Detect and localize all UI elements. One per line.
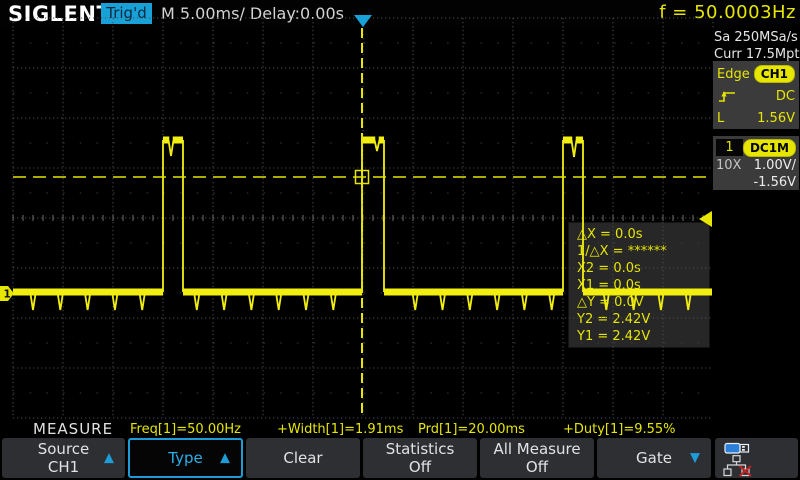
cursor-readout-line: X2 = 0.0s xyxy=(577,260,709,277)
down-arrow-icon: ▼ xyxy=(690,451,700,466)
right-sidebar: Sa 250MSa/s Curr 17.5Mpts Edge CH1 DC L … xyxy=(712,28,800,420)
cursor-intersection-marker[interactable] xyxy=(356,171,369,184)
menu-button-gate[interactable]: Gate ▼ xyxy=(597,438,711,478)
menu-button-all-measure[interactable]: All MeasureOff xyxy=(480,438,594,478)
menu-button-label: SourceCH1 xyxy=(38,440,90,476)
sample-rate-readout: Sa 250MSa/s xyxy=(714,30,798,45)
oscilloscope-screen: { "topbar": { "logo": "SIGLENT", "trigge… xyxy=(0,0,800,480)
measurement-readout: Freq[1]=50.00Hz xyxy=(130,422,241,437)
cursor-readout-line: △Y = 0.0V xyxy=(577,294,709,311)
menu-button-type[interactable]: Type ▲ xyxy=(128,438,243,478)
brand-logo: SIGLENT xyxy=(8,2,111,26)
measure-bar: MEASURE Freq[1]=50.00Hz +Width[1]=1.91ms P… xyxy=(0,420,800,437)
trigger-type-label: Edge xyxy=(717,67,750,82)
trigger-source-badge: CH1 xyxy=(754,65,795,83)
up-arrow-icon: ▲ xyxy=(104,451,114,466)
top-status-bar: SIGLENT Trig'd M 5.00ms/ Delay:0.00s f =… xyxy=(0,0,800,28)
channel-1-marker-label: 1 xyxy=(4,289,11,301)
trigger-level-label: L xyxy=(717,111,724,126)
channel-1-position-marker[interactable] xyxy=(0,286,14,301)
channel-info-panel[interactable]: 1 DC1M 10X 1.00V/ -1.56V xyxy=(713,136,799,190)
channel-offset-value: -1.56V xyxy=(753,175,796,190)
menu-button-label: StatisticsOff xyxy=(386,440,455,476)
probe-attenuation-label: 10X xyxy=(716,158,741,173)
grid-center-axis-ticks xyxy=(13,215,713,221)
cursor-readout-line: △X = 0.0s xyxy=(577,226,709,243)
grid-lines xyxy=(13,18,713,418)
channel-scale-value: 1.00V/ xyxy=(754,158,796,173)
rising-edge-icon xyxy=(717,89,737,104)
waveform-notch-gap xyxy=(171,136,574,144)
channel-coupling-badge: DC1M xyxy=(743,139,796,157)
trigger-level-value: 1.56V xyxy=(757,111,795,126)
up-arrow-icon: ▲ xyxy=(220,451,230,466)
cursor-readout-box: △X = 0.0s1/△X = ******X2 = 0.0sX1 = 0.0s… xyxy=(568,222,710,348)
cursor-readout-line: 1/△X = ****** xyxy=(577,243,709,260)
memory-depth-readout: Curr 17.5Mpts xyxy=(714,47,800,62)
menu-button-label: Clear xyxy=(283,449,322,467)
measurement-readout: +Duty[1]=9.55% xyxy=(563,422,676,437)
measure-title: MEASURE xyxy=(33,420,113,438)
cursor-readout-line: X1 = 0.0s xyxy=(577,277,709,294)
trigger-status-badge: Trig'd xyxy=(101,3,152,24)
menu-button-statistics[interactable]: StatisticsOff xyxy=(363,438,477,478)
cursor-readout-line: Y1 = 2.42V xyxy=(577,328,709,345)
channel-number-badge: 1 xyxy=(716,139,743,156)
trigger-info-panel[interactable]: Edge CH1 DC L 1.56V xyxy=(713,61,799,129)
menu-button-source[interactable]: SourceCH1 ▲ xyxy=(2,438,125,478)
menu-button-label: Type xyxy=(168,449,202,467)
measurement-readout: +Width[1]=1.91ms xyxy=(277,422,403,437)
trigger-coupling-label: DC xyxy=(776,89,795,104)
usb-icon xyxy=(724,441,750,456)
status-icon-panel xyxy=(715,438,798,478)
timebase-readout: M 5.00ms/ Delay:0.00s xyxy=(161,4,344,23)
menu-button-label: All MeasureOff xyxy=(493,440,580,476)
lan-disconnected-icon xyxy=(722,455,752,477)
menu-button-clear[interactable]: Clear xyxy=(246,438,360,478)
menu-button-label: Gate xyxy=(636,449,672,467)
cursor-readout-line: Y2 = 2.42V xyxy=(577,311,709,328)
soft-menu-bar: SourceCH1 ▲ Type ▲ Clear StatisticsOff All Mea… xyxy=(0,437,800,480)
frequency-counter-readout: f = 50.0003Hz xyxy=(659,2,796,23)
measurement-readout: Prd[1]=20.00ms xyxy=(418,422,525,437)
